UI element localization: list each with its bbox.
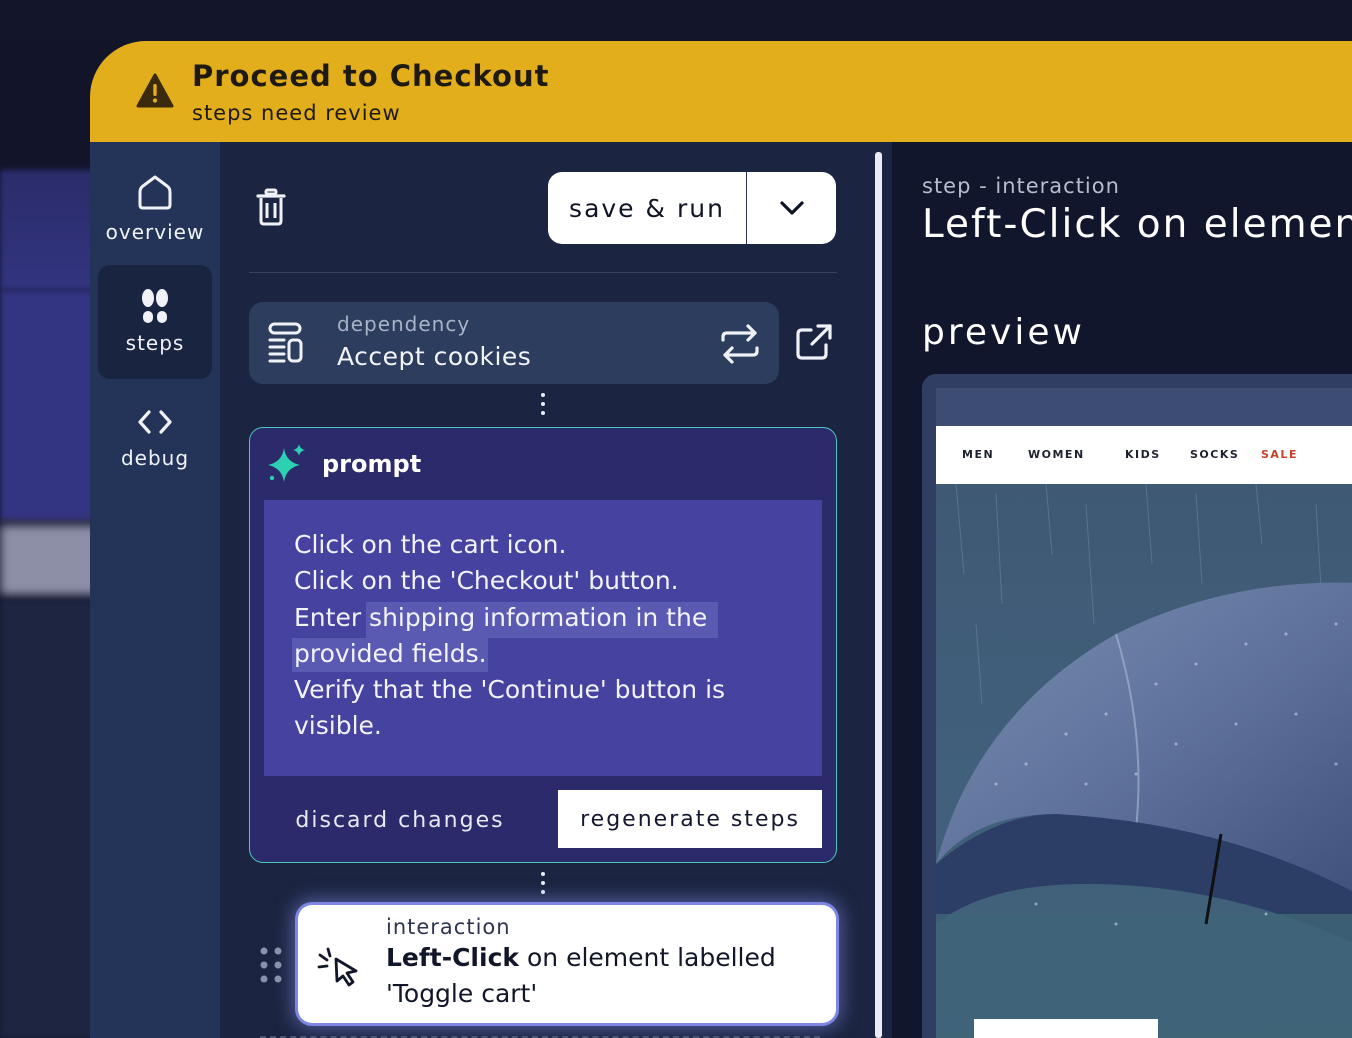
sidebar-nav: overview steps debug <box>90 142 220 1038</box>
dependency-label: dependency <box>337 312 471 336</box>
step-target: 'Toggle cart' <box>386 979 538 1008</box>
banner-title: Proceed to Checkout <box>192 59 550 93</box>
prompt-line: visible. <box>294 711 382 740</box>
prompt-card: prompt Click on the cart icon. Click on … <box>249 427 837 863</box>
step-description: Left-Click on element labelled <box>386 943 776 972</box>
background-panel <box>0 170 100 290</box>
review-banner: Proceed to Checkout steps need review <box>90 41 1352 142</box>
drag-handle-icon[interactable] <box>258 945 284 985</box>
preview-browser-bar <box>936 388 1352 426</box>
background-panel <box>0 600 100 1038</box>
prompt-title: prompt <box>322 450 422 478</box>
chevron-down-icon <box>779 201 804 215</box>
dependency-name: Accept cookies <box>337 342 532 371</box>
nav-item-debug[interactable]: debug <box>98 392 212 506</box>
app-window: Proceed to Checkout steps need review ov… <box>90 41 1352 1038</box>
nav-label-steps: steps <box>125 331 185 355</box>
step-kind-label: step - interaction <box>922 174 1120 198</box>
panel-scrollbar[interactable] <box>875 152 882 1038</box>
dependency-card[interactable]: dependency Accept cookies <box>249 302 779 384</box>
background-panel <box>0 525 100 595</box>
nav-label-debug: debug <box>120 446 190 470</box>
background-panel <box>0 290 100 520</box>
external-link-icon[interactable] <box>794 322 834 362</box>
preview-nav-kids: KIDS <box>1125 448 1161 461</box>
swap-arrows-icon[interactable] <box>719 324 761 364</box>
step-detail-title: Left-Click on element <box>922 202 1352 247</box>
interaction-step-card[interactable]: interaction Left-Click on element labell… <box>298 905 836 1023</box>
preview-frame: MEN WOMEN KIDS SOCKS SALE <box>922 374 1352 1038</box>
prompt-line: Verify that the 'Continue' button is <box>294 675 726 704</box>
trash-icon[interactable] <box>256 188 286 226</box>
save-run-button[interactable]: save & run <box>548 172 747 244</box>
preview-cta-button <box>974 1019 1158 1038</box>
warning-triangle-icon <box>136 73 174 108</box>
step-detail-panel: step - interaction Left-Click on element… <box>892 142 1352 1038</box>
preview-hero-image <box>936 484 1352 1038</box>
preview-nav-sale: SALE <box>1261 448 1298 461</box>
nav-item-steps[interactable]: steps <box>98 265 212 379</box>
umbrella-rain-image <box>936 484 1352 1038</box>
step-action: Left-Click <box>386 943 520 972</box>
prompt-line: provided fields. <box>294 639 487 668</box>
save-run-dropdown-button[interactable] <box>747 172 836 244</box>
step-connector <box>540 872 546 894</box>
prompt-textarea[interactable]: Click on the cart icon. Click on the 'Ch… <box>264 500 822 776</box>
preview-nav-men: MEN <box>962 448 995 461</box>
home-icon <box>138 175 172 210</box>
banner-subtitle: steps need review <box>192 101 401 125</box>
code-brackets-icon <box>138 410 172 434</box>
preview-nav-women: WOMEN <box>1028 448 1085 461</box>
preview-nav-socks: SOCKS <box>1190 448 1240 461</box>
preview-site-nav: MEN WOMEN KIDS SOCKS SALE <box>936 426 1352 484</box>
regenerate-steps-button[interactable]: regenerate steps <box>558 790 822 848</box>
preview-heading: preview <box>922 312 1085 353</box>
nav-label-overview: overview <box>105 220 205 244</box>
step-description-rest: on element labelled <box>519 943 776 972</box>
dependency-stack-icon <box>268 322 303 363</box>
discard-changes-button[interactable]: discard changes <box>290 802 510 838</box>
prompt-line: Enter shipping information in the <box>294 603 708 632</box>
prompt-line: Click on the 'Checkout' button. <box>294 566 679 595</box>
nav-item-overview[interactable]: overview <box>98 162 212 276</box>
sparkle-icon <box>268 444 305 482</box>
toolbar-divider <box>249 272 837 273</box>
prompt-line: Click on the cart icon. <box>294 530 567 559</box>
cursor-click-icon <box>317 947 358 987</box>
step-connector <box>540 393 546 415</box>
footprints-icon <box>142 289 168 323</box>
save-run-split-button: save & run <box>548 172 836 244</box>
steps-panel: save & run dependency Accept cookies pro… <box>220 142 872 1038</box>
step-type-label: interaction <box>386 915 511 939</box>
background-top <box>0 0 1352 42</box>
